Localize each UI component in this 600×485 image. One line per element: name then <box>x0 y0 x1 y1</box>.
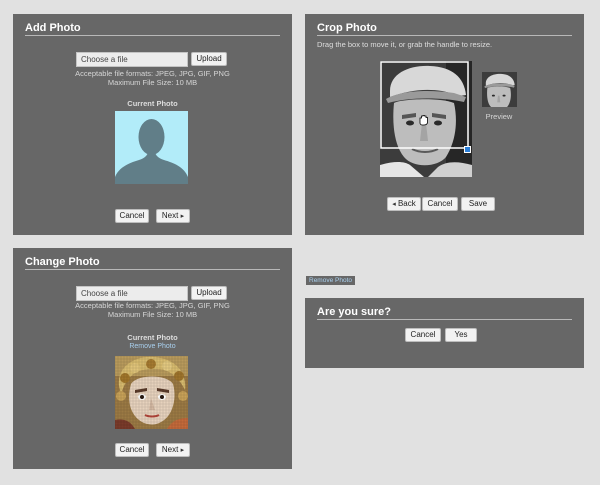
max-size-text: Maximum File Size: 10 MB <box>107 78 198 87</box>
next-label: Next <box>161 445 179 454</box>
next-label: Next <box>161 211 179 220</box>
save-button[interactable]: Save <box>461 197 495 211</box>
silhouette-icon <box>115 119 188 184</box>
change-photo-divider <box>25 269 280 270</box>
crop-preview-image <box>482 72 517 107</box>
grab-hand-icon <box>418 113 430 126</box>
crop-photo-panel: Crop Photo Drag the box to move it, or g… <box>305 14 584 235</box>
max-size-text: Maximum File Size: 10 MB <box>107 310 198 319</box>
add-photo-title: Add Photo <box>25 22 81 34</box>
change-photo-title: Change Photo <box>25 256 100 268</box>
remove-photo-link[interactable]: Remove Photo <box>13 343 292 350</box>
crop-photo-divider <box>317 35 572 36</box>
cancel-button[interactable]: Cancel <box>115 443 149 457</box>
crop-cancel-button[interactable]: Cancel <box>422 197 458 211</box>
formats-text: Acceptable file formats: JPEG, JPG, GIF,… <box>75 69 230 78</box>
change-photo-panel: Change Photo Choose a file Upload Accept… <box>13 248 292 469</box>
add-photo-divider <box>25 35 280 36</box>
current-photo-label: Current Photo <box>127 99 178 108</box>
back-label: Back <box>397 199 416 208</box>
upload-button[interactable]: Upload <box>191 52 227 66</box>
chevron-right-icon: ▸ <box>180 213 185 220</box>
confirm-dialog: Are you sure? Cancel Yes <box>305 298 584 368</box>
file-input[interactable]: Choose a file <box>76 52 188 67</box>
crop-photo-title: Crop Photo <box>317 22 377 34</box>
back-button[interactable]: ◂ Back <box>387 197 421 211</box>
confirm-divider <box>317 319 572 320</box>
file-input[interactable]: Choose a file <box>76 286 188 301</box>
upload-button[interactable]: Upload <box>191 286 227 300</box>
chevron-right-icon: ▸ <box>180 447 185 454</box>
crop-instructions: Drag the box to move it, or grab the han… <box>317 40 493 49</box>
crop-resize-handle[interactable] <box>464 146 471 153</box>
cancel-button[interactable]: Cancel <box>115 209 149 223</box>
crop-source-image <box>380 61 472 177</box>
confirm-title: Are you sure? <box>317 306 391 318</box>
formats-text: Acceptable file formats: JPEG, JPG, GIF,… <box>75 301 230 310</box>
preview-label: Preview <box>485 112 513 121</box>
yes-button[interactable]: Yes <box>445 328 477 342</box>
current-photo-label: Current Photo <box>127 333 178 342</box>
remove-photo-tag[interactable]: Remove Photo <box>306 276 355 285</box>
confirm-cancel-button[interactable]: Cancel <box>405 328 441 342</box>
add-photo-panel: Add Photo Choose a file Upload Acceptabl… <box>13 14 292 235</box>
next-button[interactable]: Next ▸ <box>156 443 190 457</box>
profile-placeholder-image <box>115 111 188 184</box>
next-button[interactable]: Next ▸ <box>156 209 190 223</box>
chevron-left-icon: ◂ <box>392 201 396 208</box>
current-photo-image <box>115 356 188 429</box>
